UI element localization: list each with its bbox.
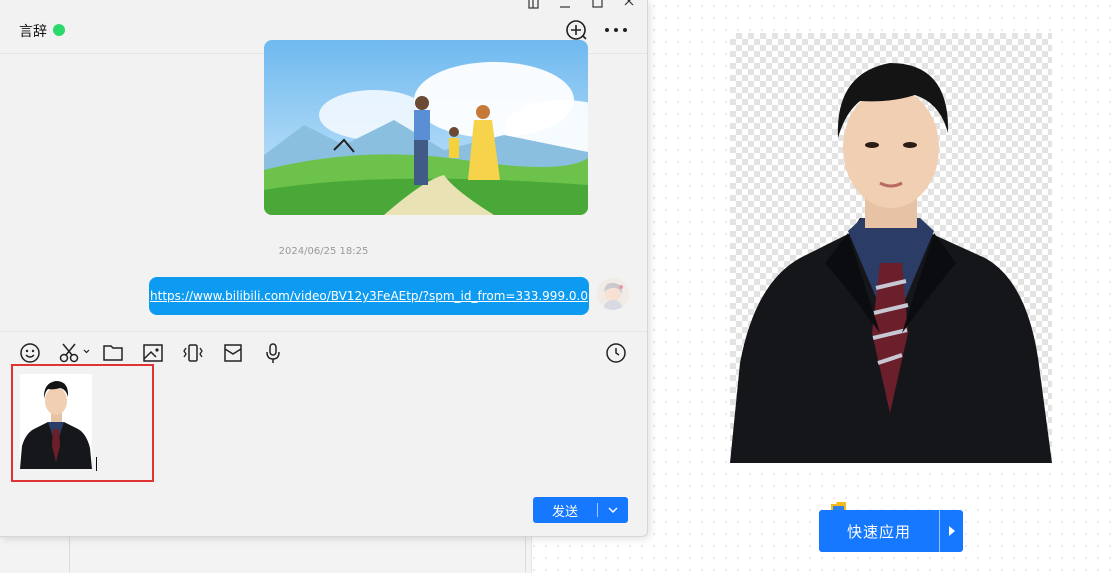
vibrate-icon[interactable] [181,341,205,365]
link-message-bubble[interactable]: https://www.bilibili.com/video/BV12y3FeA… [149,277,589,315]
image-icon[interactable] [141,341,165,365]
text-caret [96,457,97,471]
folder-icon[interactable] [101,341,125,365]
quick-apply-label[interactable]: 快速应用 [819,510,939,552]
divider [525,536,526,573]
divider [531,536,532,573]
more-dots-icon[interactable] [604,18,628,42]
emoji-icon[interactable] [18,341,42,365]
microphone-icon[interactable] [261,341,285,365]
background-panel-strip [0,536,532,573]
cutout-preview-image [730,33,1052,463]
contact-name[interactable]: 言辞 [19,21,47,41]
red-packet-icon[interactable] [221,341,245,365]
history-clock-icon[interactable] [604,341,628,365]
message-input[interactable]: 发送 [0,364,647,536]
pasted-image-thumbnail[interactable] [20,374,92,469]
add-circle-icon[interactable] [564,18,588,42]
chevron-down-icon[interactable] [598,497,628,523]
send-label[interactable]: 发送 [533,497,597,523]
caret-right-icon[interactable] [940,510,963,552]
scissors-icon[interactable] [58,341,92,365]
message-list[interactable]: 2024/06/25 18:25 https://www.bilibili.co… [0,40,647,331]
message-link[interactable]: https://www.bilibili.com/video/BV12y3FeA… [150,289,588,303]
divider [69,536,70,573]
send-button[interactable]: 发送 [533,497,628,523]
image-message[interactable] [264,40,588,215]
quick-apply-button[interactable]: 快速应用 [819,510,963,552]
chat-window: 言辞 2024/06/25 18:25 https://www.bilibili… [0,0,648,537]
online-status-indicator [53,24,65,36]
avatar[interactable] [597,278,629,310]
message-timestamp: 2024/06/25 18:25 [278,246,369,257]
